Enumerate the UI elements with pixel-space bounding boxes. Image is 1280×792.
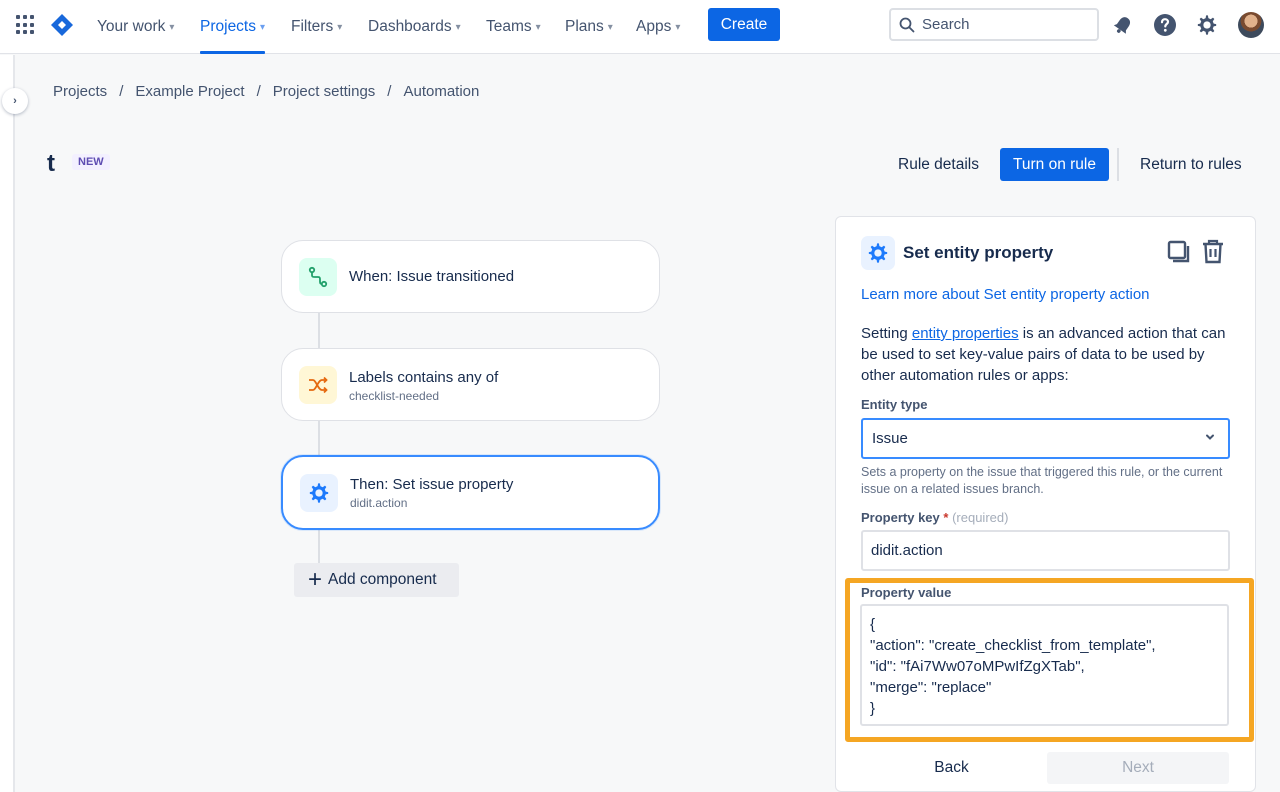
entity-properties-link[interactable]: entity properties	[912, 325, 1019, 342]
nav-label: Filters	[291, 18, 334, 35]
create-button[interactable]: Create	[708, 8, 780, 41]
condition-card[interactable]: Labels contains any of checklist-needed	[281, 348, 660, 421]
breadcrumb: Projects / Example Project / Project set…	[53, 83, 479, 100]
copy-icon[interactable]	[1166, 239, 1192, 265]
nav-label: Plans	[565, 18, 604, 35]
nav-teams[interactable]: Teams ▾	[486, 0, 541, 54]
entity-type-label: Entity type	[861, 397, 928, 412]
chevron-down-icon: ▾	[337, 21, 343, 33]
top-navigation: Your work ▾ Projects ▾ Filters ▾ Dashboards…	[0, 0, 1280, 54]
rule-title[interactable]: t	[47, 150, 55, 178]
gear-icon	[861, 236, 895, 270]
card-subtitle: checklist-needed	[349, 389, 440, 403]
add-component-button[interactable]: + Add component	[294, 563, 459, 597]
nav-projects[interactable]: Projects ▾	[200, 0, 266, 54]
help-button[interactable]	[1152, 12, 1178, 38]
back-button[interactable]: Back	[874, 752, 1029, 784]
chevron-down-icon: ▾	[455, 21, 461, 33]
chevron-down-icon: ▾	[260, 21, 266, 33]
trigger-card[interactable]: When: Issue transitioned	[281, 240, 660, 313]
chevron-down-icon	[1204, 431, 1216, 446]
trash-icon[interactable]	[1200, 238, 1226, 265]
search-input[interactable]	[922, 16, 1082, 33]
breadcrumb-separator: /	[119, 83, 124, 100]
search-icon	[899, 17, 915, 32]
nav-plans[interactable]: Plans ▾	[565, 0, 613, 54]
flow-connector	[318, 313, 320, 349]
breadcrumb-project-settings[interactable]: Project settings	[273, 83, 376, 100]
help-icon	[1154, 14, 1176, 36]
required-asterisk: *	[943, 510, 949, 525]
user-avatar[interactable]	[1238, 12, 1264, 38]
nav-apps[interactable]: Apps ▾	[636, 0, 680, 54]
entity-type-help: Sets a property on the issue that trigge…	[861, 465, 1223, 496]
property-value-label: Property value	[861, 585, 952, 600]
breadcrumb-separator: /	[387, 83, 392, 100]
card-subtitle: didit.action	[350, 496, 408, 510]
entity-type-select[interactable]: Issue	[861, 418, 1230, 459]
learn-more-link[interactable]: Learn more about Set entity property act…	[861, 286, 1150, 303]
rule-details-button[interactable]: Rule details	[898, 149, 979, 181]
action-card-selected[interactable]: Then: Set issue property didit.action	[281, 455, 660, 530]
next-button-disabled[interactable]: Next	[1047, 752, 1229, 784]
nav-dashboards[interactable]: Dashboards ▾	[368, 0, 461, 54]
desc-text: Setting	[861, 325, 912, 342]
chevron-down-icon: ▾	[535, 21, 541, 33]
card-title: Labels contains any of	[349, 369, 499, 386]
breadcrumb-projects[interactable]: Projects	[53, 83, 107, 100]
nav-label: Teams	[486, 18, 532, 35]
breadcrumb-separator: /	[256, 83, 261, 100]
transition-icon	[299, 258, 337, 296]
property-key-input[interactable]	[861, 530, 1230, 571]
notifications-button[interactable]	[1110, 12, 1136, 38]
gear-icon	[1197, 15, 1217, 35]
search-box[interactable]	[889, 8, 1099, 41]
panel-title: Set entity property	[903, 243, 1054, 262]
chevron-down-icon: ▾	[675, 21, 681, 33]
nav-filters[interactable]: Filters ▾	[291, 0, 342, 54]
add-component-label: Add component	[328, 571, 437, 588]
divider	[1117, 148, 1119, 181]
breadcrumb-example-project[interactable]: Example Project	[135, 83, 244, 100]
nav-your-work[interactable]: Your work ▾	[97, 0, 174, 54]
app-switcher-icon[interactable]	[16, 15, 36, 35]
required-text: (required)	[952, 510, 1009, 525]
chevron-right-icon: ›	[13, 95, 17, 107]
nav-label: Apps	[636, 18, 672, 35]
label-text: Property key	[861, 510, 940, 525]
panel-description: Setting entity properties is an advanced…	[861, 323, 1236, 386]
chevron-down-icon: ▾	[607, 21, 613, 33]
breadcrumb-automation[interactable]: Automation	[403, 83, 479, 100]
card-title: Then: Set issue property	[350, 476, 514, 493]
nav-label: Your work	[97, 18, 166, 35]
property-value-textarea[interactable]: { "action": "create_checklist_from_templ…	[860, 604, 1229, 726]
bell-icon	[1113, 17, 1131, 34]
gear-icon	[300, 474, 338, 512]
shuffle-icon	[299, 366, 337, 404]
nav-label: Dashboards	[368, 18, 452, 35]
nav-label: Projects	[200, 18, 256, 35]
chevron-down-icon: ▾	[169, 21, 175, 33]
jira-logo-icon[interactable]	[50, 13, 74, 37]
return-to-rules-button[interactable]: Return to rules	[1140, 149, 1242, 181]
settings-button[interactable]	[1194, 12, 1220, 38]
expand-sidebar-button[interactable]: ›	[2, 88, 28, 114]
flow-connector	[318, 421, 320, 456]
entity-type-value: Issue	[872, 430, 908, 447]
card-title: When: Issue transitioned	[349, 268, 515, 285]
flow-connector	[318, 529, 320, 565]
sidebar-rail	[0, 55, 15, 792]
turn-on-rule-button[interactable]: Turn on rule	[1000, 148, 1109, 181]
plus-icon: +	[308, 566, 323, 593]
property-key-label: Property key * (required)	[861, 510, 1008, 525]
new-badge: NEW	[72, 154, 110, 170]
